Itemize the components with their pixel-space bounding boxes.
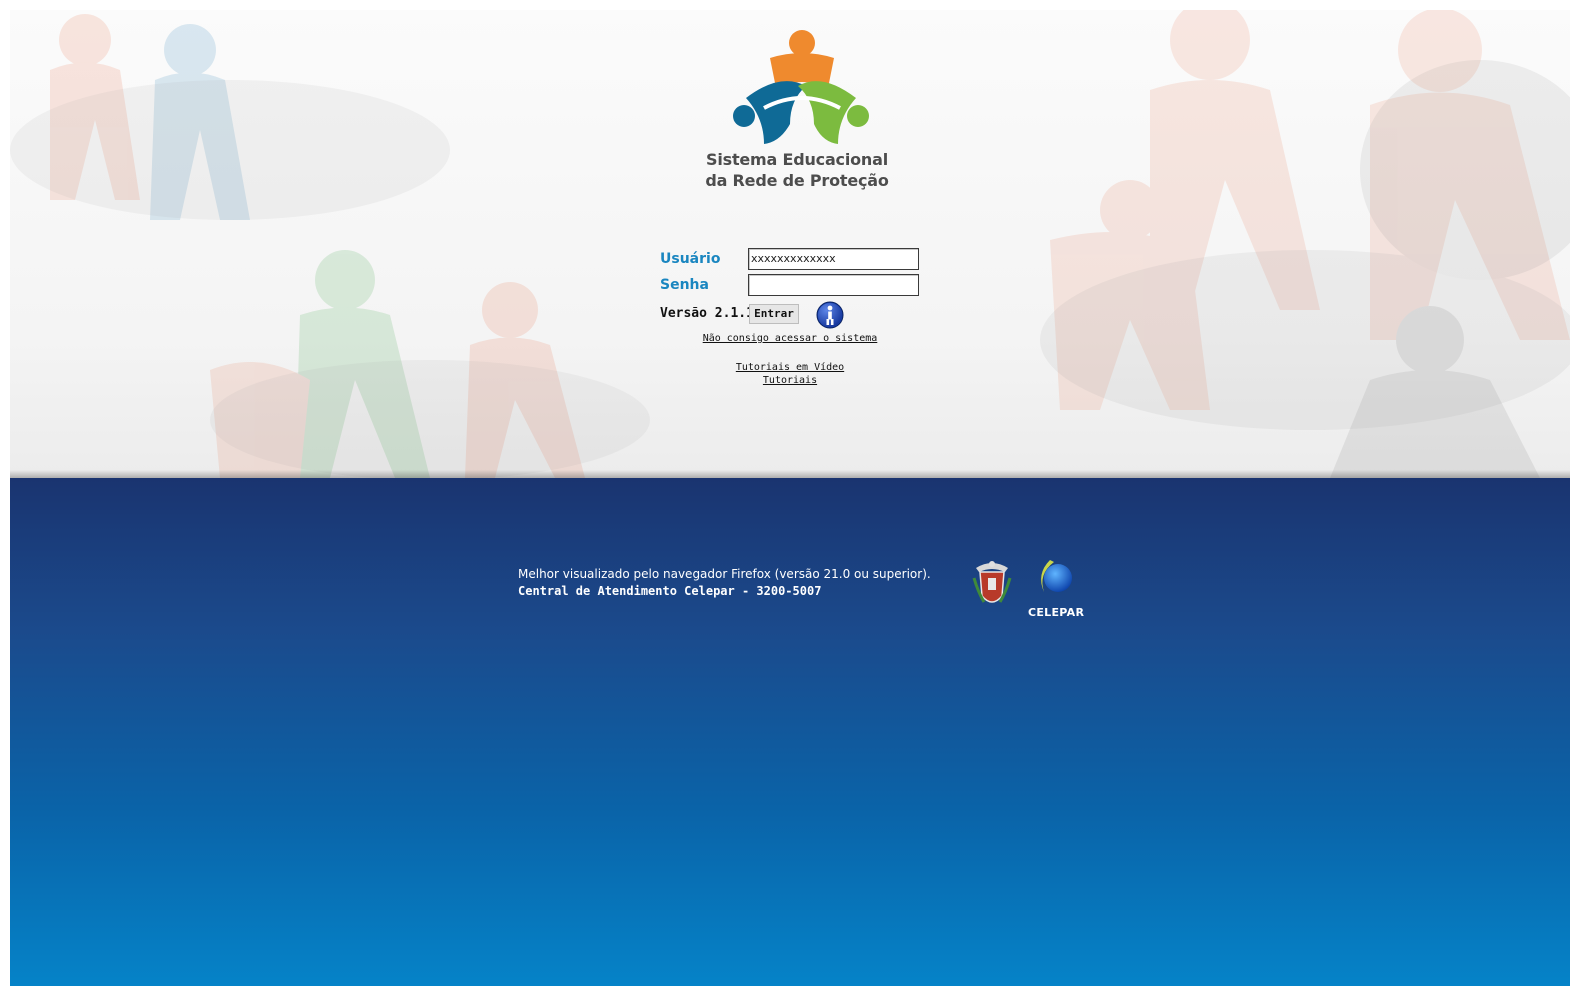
support-contact: Central de Atendimento Celepar - 3200-50… [518,584,822,598]
browser-note: Melhor visualizado pelo navegador Firefo… [518,567,931,581]
parana-crest-icon [972,561,1012,603]
celepar-label: CELEPAR [1028,606,1085,619]
video-tutorials-link[interactable]: Tutoriais em Vídeo [690,362,890,373]
login-page: Sistema Educacional da Rede de Proteção … [10,10,1570,986]
hero-bottom-shadow [10,470,1570,478]
user-input[interactable]: xxxxxxxxxxxxx [748,248,919,270]
hero-area: Sistema Educacional da Rede de Proteção … [10,10,1570,478]
protection-network-logo-icon [733,30,869,144]
password-label: Senha [660,277,709,293]
logo-line-2: da Rede de Proteção [705,171,889,190]
system-logo-title: Sistema Educacional da Rede de Proteção [700,149,894,191]
info-person-icon[interactable] [816,301,844,329]
tutorials-link[interactable]: Tutoriais [690,375,890,386]
logo-line-1: Sistema Educacional [706,150,888,169]
celepar-globe-icon [1041,560,1072,592]
system-logo: Sistema Educacional da Rede de Proteção [700,28,900,193]
enter-button[interactable]: Entrar [749,304,799,324]
password-input[interactable] [748,274,919,296]
footer: Melhor visualizado pelo navegador Firefo… [10,478,1570,986]
user-label: Usuário [660,251,721,267]
cannot-access-link[interactable]: Não consigo acessar o sistema [650,333,930,344]
version-label: Versão 2.1.1 [660,306,754,321]
